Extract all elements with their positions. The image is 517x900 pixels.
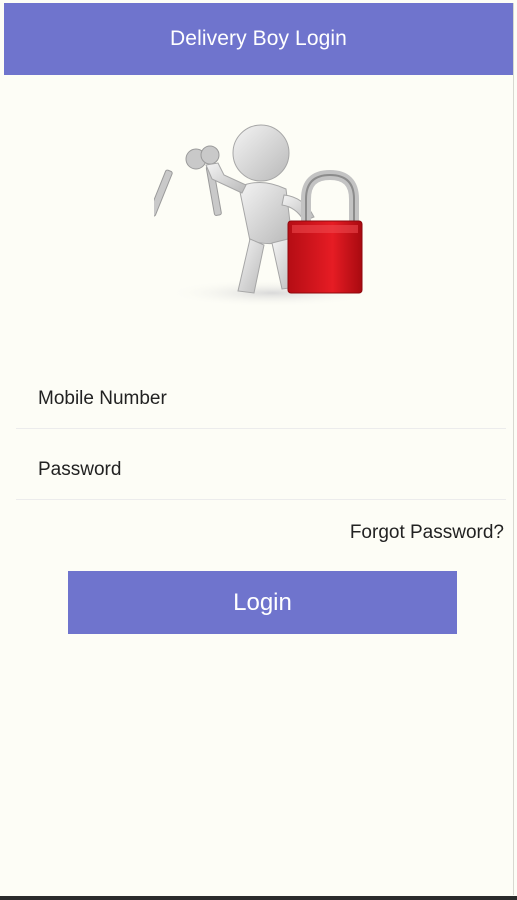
- person-with-keys-and-padlock-icon: [154, 124, 377, 307]
- mobile-number-field[interactable]: [16, 370, 506, 429]
- page-title: Delivery Boy Login: [170, 27, 347, 50]
- password-field[interactable]: [16, 441, 506, 500]
- app-header: Delivery Boy Login: [4, 3, 513, 75]
- mobile-number-input[interactable]: [16, 370, 506, 428]
- forgot-password-link[interactable]: Forgot Password?: [350, 522, 504, 544]
- bottom-edge-divider: [0, 896, 517, 900]
- password-input[interactable]: [16, 441, 506, 499]
- app-screen: Delivery Boy Login Mobile Number Forgot …: [4, 3, 514, 895]
- login-button[interactable]: Login: [68, 571, 457, 634]
